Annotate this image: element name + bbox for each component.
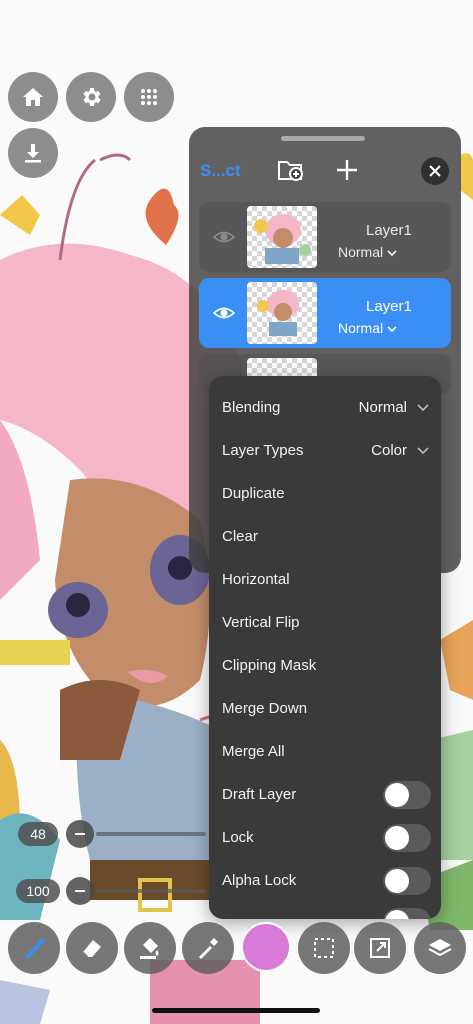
grid-icon	[141, 89, 157, 105]
download-icon	[25, 144, 41, 163]
menu-item-label: Vertical Flip	[222, 614, 300, 631]
menu-grid-button[interactable]	[124, 72, 174, 122]
eye-icon[interactable]	[213, 302, 235, 324]
panel-title[interactable]: S...ct	[200, 161, 241, 181]
folder-add-icon	[278, 161, 303, 181]
close-icon	[429, 165, 441, 177]
layer-name: Layer1	[366, 222, 412, 239]
menu-item-label: Merge Down	[222, 700, 308, 717]
fill-icon	[140, 938, 159, 959]
horizontal-flip-menu-item[interactable]: Horizontal	[209, 559, 441, 602]
lock-row: Lock	[209, 817, 441, 860]
layer-context-menu: Blending Normal Layer Types Color Duplic…	[209, 376, 441, 919]
eraser-tool-button[interactable]	[66, 922, 118, 974]
brush-opacity-readout: 100	[16, 879, 60, 903]
menu-item-label: Merge All	[222, 743, 285, 760]
duplicate-menu-item[interactable]: Duplicate	[209, 473, 441, 516]
menu-item-label: Layer Types	[222, 442, 304, 459]
more-menu-items-cutoff	[209, 903, 441, 919]
layer-name: Layer1	[366, 298, 412, 315]
layer-blend-label: Normal	[338, 244, 384, 260]
brush-size-readout: 48	[18, 822, 58, 846]
brush-opacity-slider[interactable]	[96, 889, 206, 893]
toggle-knob	[385, 826, 409, 850]
layers-icon	[428, 939, 452, 957]
eyedropper-icon	[199, 938, 218, 959]
layer-blend-label: Normal	[338, 320, 384, 336]
merge-down-menu-item[interactable]: Merge Down	[209, 688, 441, 731]
settings-button[interactable]	[66, 72, 116, 122]
clear-menu-item[interactable]: Clear	[209, 516, 441, 559]
draft-layer-row: Draft Layer	[209, 774, 441, 817]
brush-size-slider[interactable]	[96, 832, 206, 836]
vertical-flip-menu-item[interactable]: Vertical Flip	[209, 602, 441, 645]
home-button[interactable]	[8, 72, 58, 122]
transform-tool-button[interactable]	[354, 922, 406, 974]
brush-tool-button[interactable]	[8, 922, 60, 974]
layer-thumbnail	[247, 282, 317, 344]
alpha-lock-toggle[interactable]	[383, 867, 431, 895]
layer-types-dropdown[interactable]: Layer Types Color	[209, 430, 441, 473]
layers-tool-button[interactable]	[414, 922, 466, 974]
blending-value: Normal	[358, 399, 407, 416]
clipping-mask-menu-item[interactable]: Clipping Mask	[209, 645, 441, 688]
selection-tool-button[interactable]	[298, 922, 350, 974]
draft-layer-toggle[interactable]	[383, 781, 431, 809]
fill-tool-button[interactable]	[124, 922, 176, 974]
selection-icon	[314, 938, 334, 958]
layer-thumbnail	[247, 206, 317, 268]
brush-size-decrease-button[interactable]	[66, 820, 94, 848]
add-layer-button[interactable]	[334, 157, 360, 183]
layer-row[interactable]: Layer1 Normal	[199, 202, 451, 272]
close-button[interactable]	[421, 157, 449, 185]
download-button[interactable]	[8, 128, 58, 178]
minus-icon	[75, 890, 85, 892]
brush-icon	[25, 938, 45, 959]
eyedropper-tool-button[interactable]	[182, 922, 234, 974]
gear-icon	[83, 88, 101, 106]
eye-icon[interactable]	[213, 226, 235, 248]
partial-toggle[interactable]	[383, 908, 431, 919]
menu-item-label: Draft Layer	[222, 786, 297, 803]
panel-grabber[interactable]	[281, 136, 365, 141]
eraser-icon	[82, 940, 101, 958]
chevron-down-icon	[417, 404, 429, 412]
color-picker-swatch[interactable]	[241, 922, 291, 972]
toggle-knob	[385, 783, 409, 807]
layer-blend-mode[interactable]: Normal	[338, 320, 397, 336]
layer-row-selected[interactable]: Layer1 Normal	[199, 278, 451, 348]
layer-type-value: Color	[371, 442, 407, 459]
menu-item-label: Alpha Lock	[222, 872, 297, 889]
alpha-lock-row: Alpha Lock	[209, 860, 441, 903]
menu-item-label: Horizontal	[222, 571, 290, 588]
home-icon	[23, 88, 43, 106]
merge-all-menu-item[interactable]: Merge All	[209, 731, 441, 774]
transform-icon	[370, 938, 390, 958]
chevron-down-icon	[417, 447, 429, 455]
menu-item-label: Clear	[222, 528, 258, 545]
minus-icon	[75, 833, 85, 835]
menu-item-label: Blending	[222, 399, 281, 416]
toggle-knob	[385, 910, 409, 919]
brush-opacity-decrease-button[interactable]	[66, 877, 94, 905]
chevron-down-icon	[387, 250, 397, 257]
lock-toggle[interactable]	[383, 824, 431, 852]
layer-blend-mode[interactable]: Normal	[338, 244, 397, 260]
plus-icon	[337, 160, 357, 180]
chevron-down-icon	[387, 326, 397, 333]
menu-item-label: Lock	[222, 829, 254, 846]
blending-dropdown[interactable]: Blending Normal	[209, 387, 441, 430]
menu-item-label: Clipping Mask	[222, 657, 317, 674]
new-folder-button[interactable]	[277, 157, 305, 183]
home-indicator[interactable]	[152, 1008, 320, 1013]
toggle-knob	[385, 869, 409, 893]
menu-item-label: Duplicate	[222, 485, 285, 502]
